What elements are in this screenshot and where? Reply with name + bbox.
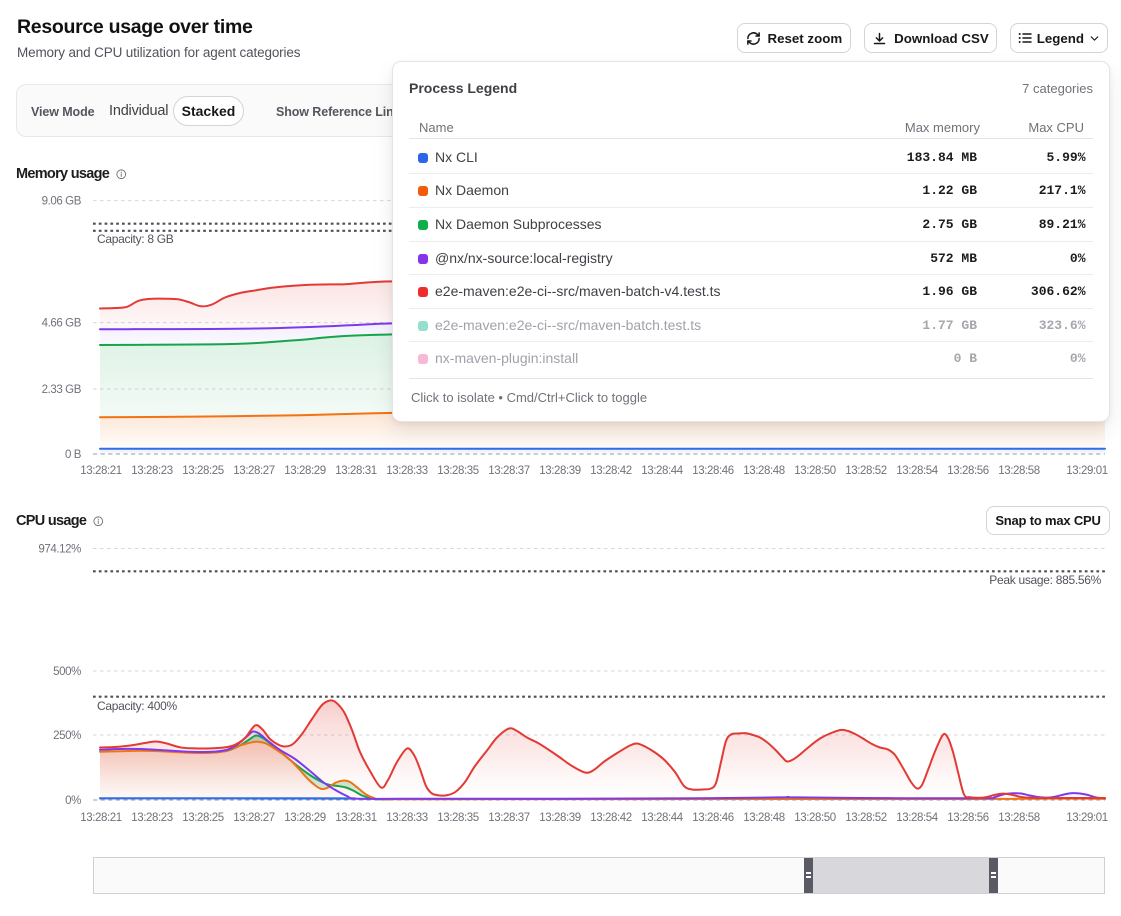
svg-text:250%: 250%: [53, 730, 81, 742]
svg-text:13:28:50: 13:28:50: [794, 812, 836, 824]
svg-text:13:28:21: 13:28:21: [80, 812, 122, 824]
svg-text:13:28:54: 13:28:54: [896, 812, 939, 824]
svg-text:13:28:37: 13:28:37: [488, 812, 530, 824]
svg-text:13:28:35: 13:28:35: [437, 812, 479, 824]
svg-text:0%: 0%: [65, 795, 81, 807]
svg-text:13:28:23: 13:28:23: [131, 812, 173, 824]
svg-text:13:28:27: 13:28:27: [233, 812, 275, 824]
svg-text:13:28:42: 13:28:42: [590, 812, 632, 824]
svg-text:13:28:48: 13:28:48: [743, 812, 785, 824]
svg-text:13:28:52: 13:28:52: [845, 812, 887, 824]
svg-text:500%: 500%: [53, 666, 81, 678]
svg-text:13:29:01: 13:29:01: [1066, 812, 1108, 824]
svg-text:13:28:25: 13:28:25: [182, 812, 224, 824]
svg-text:13:28:46: 13:28:46: [692, 812, 734, 824]
svg-text:Capacity: 400%: Capacity: 400%: [97, 699, 177, 713]
svg-text:13:28:33: 13:28:33: [386, 812, 428, 824]
svg-text:Peak usage: 885.56%: Peak usage: 885.56%: [989, 573, 1101, 587]
svg-text:13:28:31: 13:28:31: [335, 812, 377, 824]
svg-text:13:28:29: 13:28:29: [284, 812, 326, 824]
svg-text:13:28:58: 13:28:58: [998, 812, 1040, 824]
svg-text:13:28:56: 13:28:56: [947, 812, 989, 824]
svg-text:13:28:39: 13:28:39: [539, 812, 581, 824]
svg-text:974.12%: 974.12%: [38, 544, 81, 556]
svg-text:13:28:44: 13:28:44: [641, 812, 684, 824]
